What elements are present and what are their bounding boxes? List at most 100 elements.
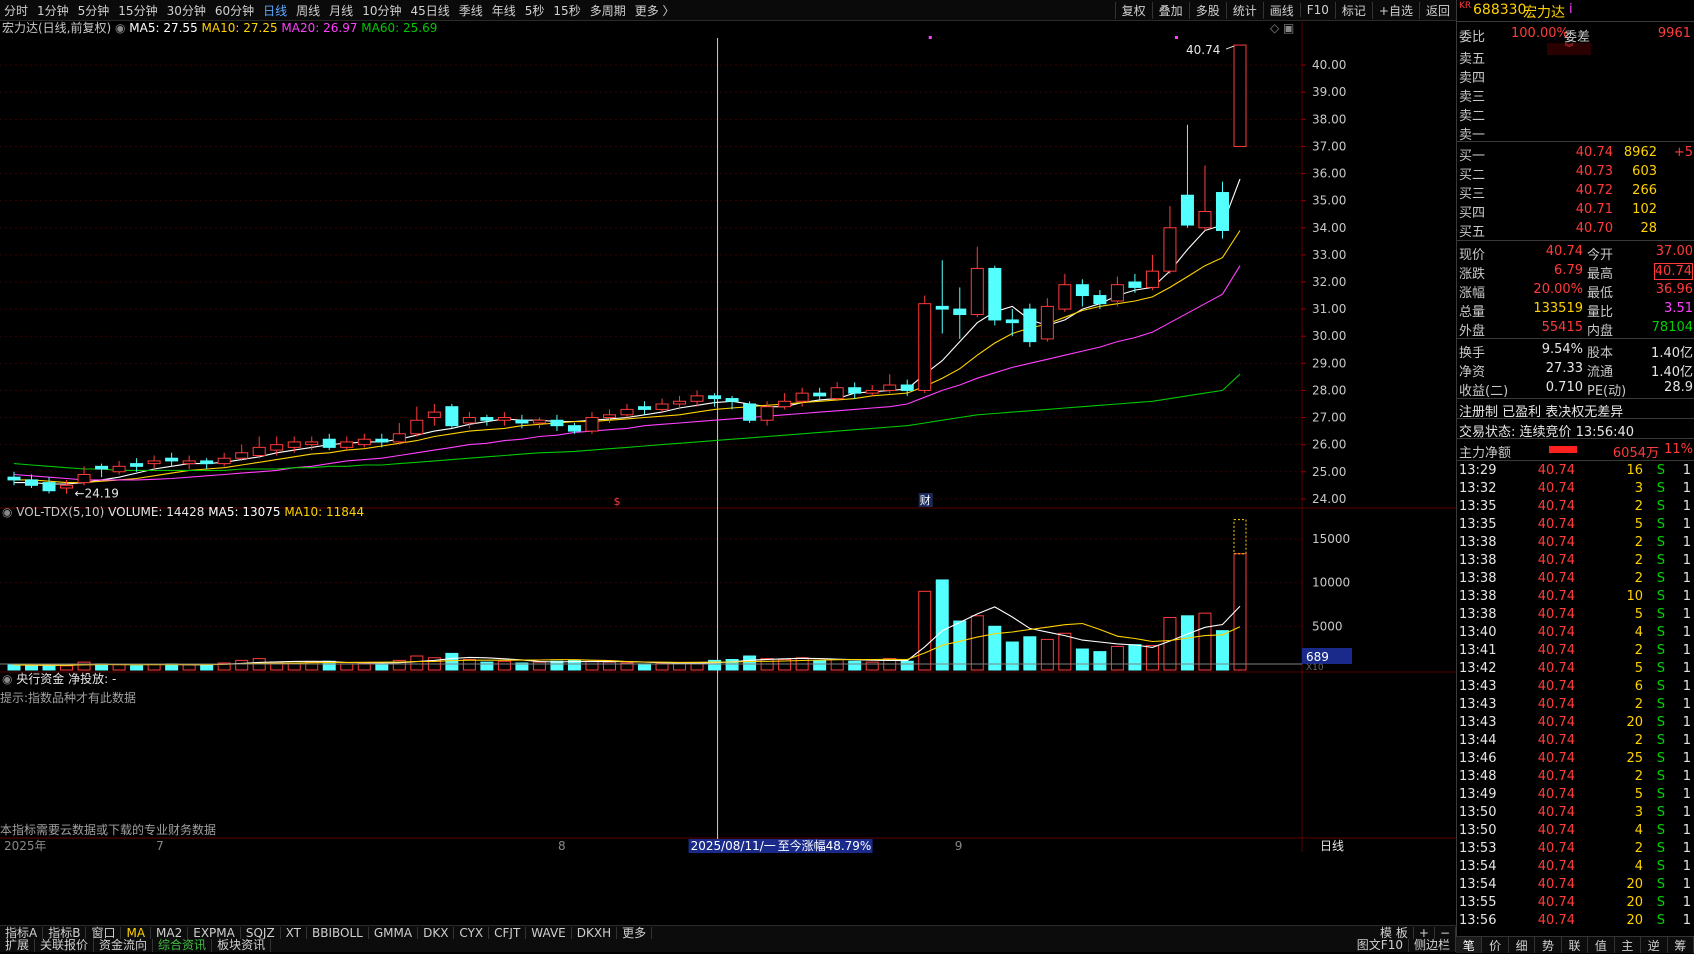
info-tab[interactable]: 板块资讯 — [212, 939, 272, 952]
indicator-tab[interactable]: CYX — [454, 926, 490, 940]
candle[interactable] — [1040, 298, 1054, 342]
quote-tab[interactable]: 笔 — [1456, 937, 1483, 953]
pane-settings-icon[interactable]: ◇ ▣ — [1270, 21, 1294, 35]
candle[interactable] — [1110, 276, 1124, 307]
period-tab[interactable]: 更多 〉 — [635, 2, 675, 19]
stock-info-icon[interactable]: i — [1569, 2, 1573, 17]
candle[interactable] — [1180, 124, 1194, 228]
info-tab[interactable]: 综合资讯 — [153, 939, 213, 952]
tool-button[interactable]: 复权 — [1114, 1, 1152, 19]
candle[interactable] — [1075, 279, 1089, 307]
period-tab[interactable]: 季线 — [459, 2, 483, 19]
quote-tab[interactable]: 联 — [1562, 937, 1589, 953]
quote-tab[interactable]: 值 — [1588, 937, 1615, 953]
dividend-marker[interactable]: $ — [613, 495, 620, 508]
candle[interactable] — [480, 414, 494, 426]
candle[interactable] — [340, 436, 354, 451]
indicator-tab[interactable]: GMMA — [369, 926, 419, 940]
candle[interactable] — [1215, 181, 1229, 239]
report-marker[interactable]: 财 — [920, 493, 931, 507]
kline-chart[interactable]: 40.00 39.00 38.00 37.00 36.00 35.00 34.00 33.00… — [0, 20, 1456, 925]
candle[interactable] — [1233, 44, 1247, 147]
candle[interactable] — [638, 401, 652, 415]
quote-tab[interactable]: 细 — [1509, 937, 1536, 953]
tool-button[interactable]: 多股 — [1188, 1, 1226, 19]
candle[interactable] — [778, 393, 792, 410]
quote-tab[interactable]: 筹 — [1668, 937, 1694, 953]
candle[interactable] — [42, 477, 56, 494]
candle[interactable] — [865, 385, 879, 396]
candle[interactable] — [165, 452, 179, 467]
candle[interactable] — [322, 433, 336, 451]
candle[interactable] — [252, 436, 266, 459]
period-tab[interactable]: 日线 — [263, 2, 287, 19]
tool-button[interactable]: 统计 — [1225, 1, 1263, 19]
period-tab[interactable]: 多周期 — [590, 2, 626, 19]
candle[interactable] — [953, 287, 967, 339]
candle[interactable] — [462, 412, 476, 429]
period-tab[interactable]: 10分钟 — [362, 2, 401, 19]
candle[interactable] — [935, 260, 949, 334]
f10-button[interactable]: 图文F10 — [1352, 939, 1409, 952]
candle[interactable] — [1163, 206, 1177, 274]
indicator-tab[interactable]: DKX — [418, 926, 455, 940]
quote-tab[interactable]: 价 — [1482, 937, 1509, 953]
period-tab[interactable]: 分时 — [4, 2, 28, 19]
tool-button[interactable]: 叠加 — [1151, 1, 1189, 19]
quote-tab[interactable]: 主 — [1615, 937, 1642, 953]
candle[interactable] — [95, 463, 109, 478]
quote-tab[interactable]: 势 — [1535, 937, 1562, 953]
candle[interactable] — [7, 471, 21, 486]
candle[interactable] — [357, 433, 371, 448]
period-tab[interactable]: 60分钟 — [215, 2, 254, 19]
candle[interactable] — [918, 295, 932, 394]
candle[interactable] — [655, 398, 669, 413]
period-tab[interactable]: 5分钟 — [78, 2, 110, 19]
period-tab[interactable]: 5秒 — [525, 2, 545, 19]
period-tab[interactable]: 1分钟 — [37, 2, 69, 19]
indicator-tab[interactable]: CFJT — [489, 926, 527, 940]
candle[interactable] — [217, 452, 231, 467]
candle[interactable] — [410, 406, 424, 437]
period-tab[interactable]: 30分钟 — [167, 2, 206, 19]
candle[interactable] — [200, 458, 214, 470]
candle[interactable] — [182, 455, 196, 470]
candle[interactable] — [130, 458, 144, 472]
info-tab[interactable]: 关联报价 — [35, 939, 95, 952]
tool-button[interactable]: 返回 — [1418, 1, 1456, 19]
indicator-tab[interactable]: DKXH — [572, 926, 618, 940]
period-tab[interactable]: 周线 — [296, 2, 320, 19]
period-tab[interactable]: 月线 — [329, 2, 353, 19]
candle[interactable] — [497, 412, 511, 426]
candle[interactable] — [620, 403, 634, 418]
candle[interactable] — [532, 417, 546, 429]
period-tab[interactable]: 15分钟 — [118, 2, 157, 19]
tool-button[interactable]: F10 — [1299, 3, 1335, 17]
candle[interactable] — [235, 444, 249, 461]
period-tab[interactable]: 45日线 — [410, 2, 449, 19]
f10-button[interactable]: 侧边栏 — [1409, 939, 1456, 952]
indicator-tab[interactable]: WAVE — [526, 926, 572, 940]
candle[interactable] — [988, 265, 1002, 326]
candle[interactable] — [112, 460, 126, 475]
candle[interactable] — [392, 422, 406, 445]
candle[interactable] — [1023, 303, 1037, 348]
period-tab[interactable]: 年线 — [492, 2, 516, 19]
tool-button[interactable]: 标记 — [1334, 1, 1372, 19]
candle[interactable] — [1198, 165, 1212, 231]
candle[interactable] — [883, 374, 897, 394]
candle[interactable] — [585, 412, 599, 434]
candle[interactable] — [147, 455, 161, 470]
tool-button[interactable]: 画线 — [1262, 1, 1300, 19]
info-tab[interactable]: 资金流向 — [94, 939, 154, 952]
candle[interactable] — [830, 382, 844, 402]
indicator-tab[interactable]: 更多 — [617, 926, 653, 940]
candle[interactable] — [743, 401, 757, 423]
candle[interactable] — [848, 382, 862, 399]
candle[interactable] — [427, 403, 441, 426]
candle[interactable] — [970, 246, 984, 318]
indicator-tab[interactable]: XT — [281, 926, 308, 940]
candle[interactable] — [708, 393, 722, 407]
period-tab[interactable]: 15秒 — [553, 2, 580, 19]
candle[interactable] — [445, 403, 459, 429]
